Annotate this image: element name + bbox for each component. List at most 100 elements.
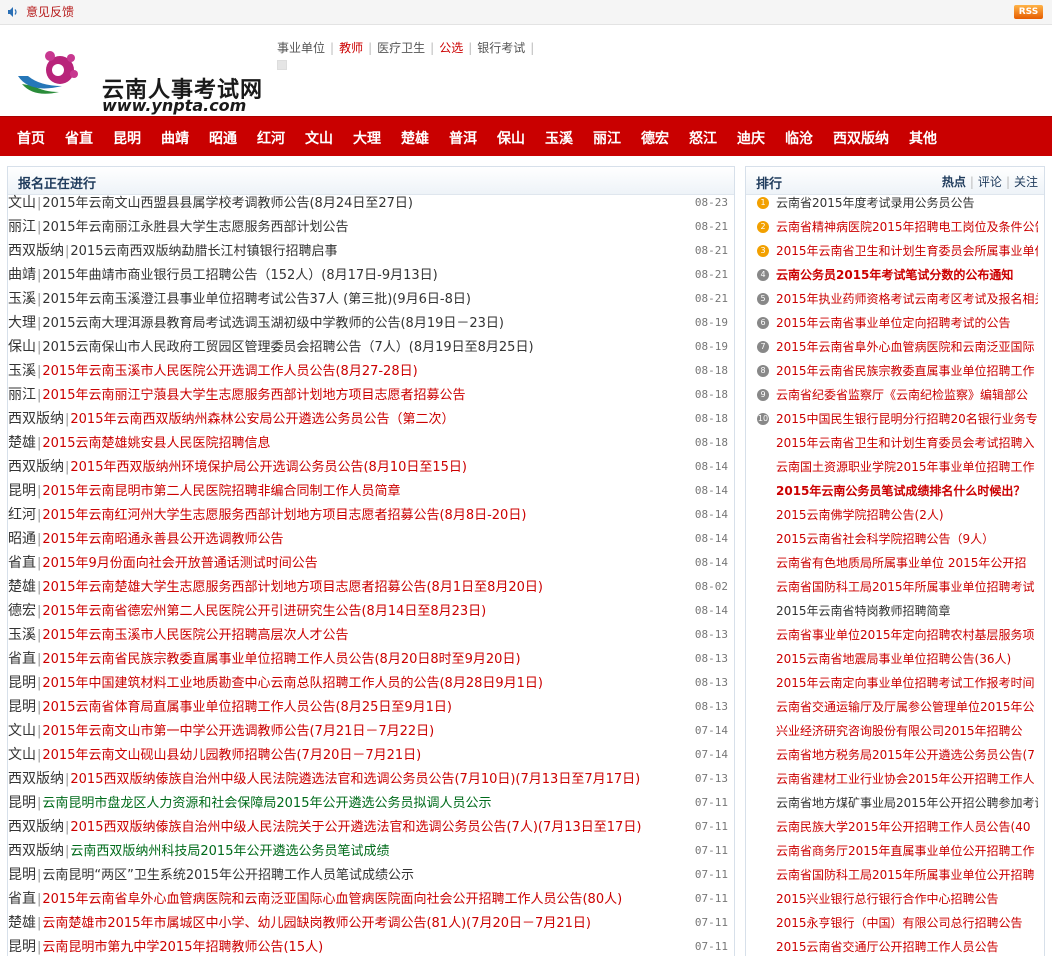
ranking-link[interactable]: 2015年云南省阜外心血管病医院和云南泛亚国际 [776, 335, 1038, 359]
region-label[interactable]: 红河 [8, 507, 36, 523]
nav-item[interactable]: 其他 [909, 128, 937, 148]
region-label[interactable]: 省直 [8, 651, 36, 667]
ranking-link[interactable]: 2015兴业银行总行银行合作中心招聘公告 [776, 887, 1038, 911]
announcement-link[interactable]: 2015年云南文山市第一中学公开选调教师公告(7月21日－7月22日) [42, 724, 434, 739]
ranking-link[interactable]: 2015年云南省民族宗教委直属事业单位招聘工作 [776, 359, 1038, 383]
region-label[interactable]: 西双版纳 [8, 411, 64, 427]
announcement-link[interactable]: 2015年云南楚雄大学生志愿服务西部计划地方项目志愿者招募公告(8月1日至8月2… [42, 580, 543, 595]
region-label[interactable]: 昆明 [8, 483, 36, 499]
nav-item[interactable]: 文山 [305, 128, 333, 148]
announcement-link[interactable]: 云南楚雄市2015年市属城区中小学、幼儿园缺岗教师公开考调公告(81人)(7月2… [42, 916, 591, 931]
category-link[interactable]: 公选 [439, 41, 463, 55]
region-label[interactable]: 保山 [8, 339, 36, 355]
announcement-link[interactable]: 2015年曲靖市商业银行员工招聘公告（152人）(8月17日-9月13日) [42, 268, 437, 283]
nav-item[interactable]: 德宏 [641, 128, 669, 148]
region-label[interactable]: 文山 [8, 195, 36, 211]
ranking-link[interactable]: 云南省交通运输厅及厅属参公管理单位2015年公 [776, 695, 1038, 719]
ranking-link[interactable]: 云南省地方煤矿事业局2015年公开招公聘参加考试 [776, 791, 1038, 815]
ranking-link[interactable]: 云南省事业单位2015年定向招聘农村基层服务项 [776, 623, 1038, 647]
announcement-link[interactable]: 2015年云南文山西盟县县属学校考调教师公告(8月24日至27日) [42, 196, 413, 211]
announcement-link[interactable]: 2015云南省体育局直属事业单位招聘工作人员公告(8月25日至9月1日) [42, 700, 452, 715]
region-label[interactable]: 玉溪 [8, 291, 36, 307]
ranking-link[interactable]: 2015年云南公务员笔试成绩排名什么时候出？ [776, 479, 1038, 503]
announcement-link[interactable]: 2015年云南省德宏州第二人民医院公开引进研究生公告(8月14日至8月23日) [42, 604, 486, 619]
announcement-link[interactable]: 2015年云南玉溪市人民医院公开招聘高层次人才公告 [42, 628, 348, 643]
nav-item[interactable]: 保山 [497, 128, 525, 148]
region-label[interactable]: 西双版纳 [8, 843, 64, 859]
ranking-link[interactable]: 云南民族大学2015年公开招聘工作人员公告(40 [776, 815, 1038, 839]
region-label[interactable]: 丽江 [8, 219, 36, 235]
announcement-link[interactable]: 2015年云南省阜外心血管病医院和云南泛亚国际心血管病医院面向社会公开招聘工作人… [42, 892, 622, 907]
nav-item[interactable]: 首页 [17, 128, 45, 148]
feedback-link[interactable]: 意见反馈 [26, 3, 74, 20]
nav-item[interactable]: 丽江 [593, 128, 621, 148]
announcement-link[interactable]: 2015年云南西双版纳州森林公安局公开遴选公务员公告（第二次） [70, 412, 454, 427]
announcement-link[interactable]: 2015西双版纳傣族自治州中级人民法院遴选法官和选调公务员公告(7月10日)(7… [70, 772, 640, 787]
ranking-link[interactable]: 云南省2015年度考试录用公务员公告 [776, 191, 1038, 215]
region-label[interactable]: 西双版纳 [8, 243, 64, 259]
region-label[interactable]: 省直 [8, 891, 36, 907]
region-label[interactable]: 大理 [8, 315, 36, 331]
region-label[interactable]: 昆明 [8, 699, 36, 715]
ranking-link[interactable]: 云南省地方税务局2015年公开遴选公务员公告(7 [776, 743, 1038, 767]
category-link[interactable]: 教师 [339, 41, 363, 55]
category-link[interactable]: 医疗卫生 [377, 41, 425, 55]
announcement-link[interactable]: 2015年云南红河州大学生志愿服务西部计划地方项目志愿者招募公告(8月8日-20… [42, 508, 526, 523]
ranking-link[interactable]: 2015云南佛学院招聘公告(2人) [776, 503, 1038, 527]
ranking-link[interactable]: 2015中国民生银行昆明分行招聘20名银行业务专 [776, 407, 1038, 431]
region-label[interactable]: 省直 [8, 555, 36, 571]
ranking-link[interactable]: 2015年执业药师资格考试云南考区考试及报名相关 [776, 287, 1038, 311]
region-label[interactable]: 昆明 [8, 939, 36, 955]
nav-item[interactable]: 红河 [257, 128, 285, 148]
nav-item[interactable]: 楚雄 [401, 128, 429, 148]
nav-item[interactable]: 临沧 [785, 128, 813, 148]
region-label[interactable]: 西双版纳 [8, 771, 64, 787]
announcement-link[interactable]: 2015年云南昭通永善县公开选调教师公告 [42, 532, 283, 547]
announcement-link[interactable]: 2015年云南丽江宁蒗县大学生志愿服务西部计划地方项目志愿者招募公告 [42, 388, 465, 403]
region-label[interactable]: 西双版纳 [8, 459, 64, 475]
announcement-link[interactable]: 2015年云南玉溪市人民医院公开选调工作人员公告(8月27-28日) [42, 364, 417, 379]
ranking-link[interactable]: 云南省国防科工局2015年所属事业单位招聘考试 [776, 575, 1038, 599]
region-label[interactable]: 西双版纳 [8, 819, 64, 835]
region-label[interactable]: 楚雄 [8, 435, 36, 451]
nav-item[interactable]: 大理 [353, 128, 381, 148]
nav-item[interactable]: 玉溪 [545, 128, 573, 148]
nav-item[interactable]: 昭通 [209, 128, 237, 148]
ranking-link[interactable]: 2015年云南省卫生和计划生育委员会考试招聘入 [776, 431, 1038, 455]
region-label[interactable]: 楚雄 [8, 579, 36, 595]
region-label[interactable]: 玉溪 [8, 627, 36, 643]
ranking-link[interactable]: 2015年云南省卫生和计划生育委员会所属事业单位 [776, 239, 1038, 263]
ranking-link[interactable]: 2015永亨银行（中国）有限公司总行招聘公告 [776, 911, 1038, 935]
ranking-link[interactable]: 2015云南省交通厅公开招聘工作人员公告 [776, 935, 1038, 956]
ranking-link[interactable]: 云南省建材工业行业协会2015年公开招聘工作人 [776, 767, 1038, 791]
nav-item[interactable]: 怒江 [689, 128, 717, 148]
region-label[interactable]: 玉溪 [8, 363, 36, 379]
category-link[interactable]: 银行考试 [477, 41, 525, 55]
announcement-link[interactable]: 2015云南西双版纳勐腊长江村镇银行招聘启事 [70, 244, 337, 259]
ranking-link[interactable]: 云南省纪委省监察厅《云南纪检监察》编辑部公 [776, 383, 1038, 407]
ranking-link[interactable]: 云南省国防科工局2015年所属事业单位公开招聘 [776, 863, 1038, 887]
region-label[interactable]: 丽江 [8, 387, 36, 403]
nav-item[interactable]: 普洱 [449, 128, 477, 148]
ranking-link[interactable]: 2015年云南省事业单位定向招聘考试的公告 [776, 311, 1038, 335]
announcement-link[interactable]: 2015年云南省民族宗教委直属事业单位招聘工作人员公告(8月20日8时至9月20… [42, 652, 520, 667]
announcement-link[interactable]: 2015西双版纳傣族自治州中级人民法院关于公开遴选法官和选调公务员公告(7人)(… [70, 820, 641, 835]
ranking-link[interactable]: 2015年云南省特岗教师招聘简章 [776, 599, 1038, 623]
announcement-link[interactable]: 2015年中国建筑材料工业地质勘查中心云南总队招聘工作人员的公告(8月28日9月… [42, 676, 543, 691]
ranking-link[interactable]: 2015年云南定向事业单位招聘考试工作报考时间 [776, 671, 1038, 695]
announcement-link[interactable]: 云南西双版纳州科技局2015年公开遴选公务员笔试成绩 [70, 844, 389, 859]
category-link[interactable]: 事业单位 [277, 41, 325, 55]
rss-button[interactable]: RSS [1014, 5, 1043, 19]
ranking-tab[interactable]: 关注 [1014, 175, 1038, 189]
nav-item[interactable]: 曲靖 [161, 128, 189, 148]
ranking-link[interactable]: 云南省有色地质局所属事业单位 2015年公开招 [776, 551, 1038, 575]
announcement-link[interactable]: 2015云南楚雄姚安县人民医院招聘信息 [42, 436, 270, 451]
ranking-tab[interactable]: 热点 [942, 175, 966, 189]
announcement-link[interactable]: 2015年云南昆明市第二人民医院招聘非编合同制工作人员简章 [42, 484, 400, 499]
ranking-link[interactable]: 云南省精神病医院2015年招聘电工岗位及条件公告 [776, 215, 1038, 239]
ranking-link[interactable]: 云南省商务厅2015年直属事业单位公开招聘工作 [776, 839, 1038, 863]
region-label[interactable]: 曲靖 [8, 267, 36, 283]
announcement-link[interactable]: 2015云南大理洱源县教育局考试选调玉湖初级中学教师的公告(8月19日－23日) [42, 316, 504, 331]
nav-item[interactable]: 昆明 [113, 128, 141, 148]
announcement-link[interactable]: 2015年9月份面向社会开放普通话测试时间公告 [42, 556, 317, 571]
